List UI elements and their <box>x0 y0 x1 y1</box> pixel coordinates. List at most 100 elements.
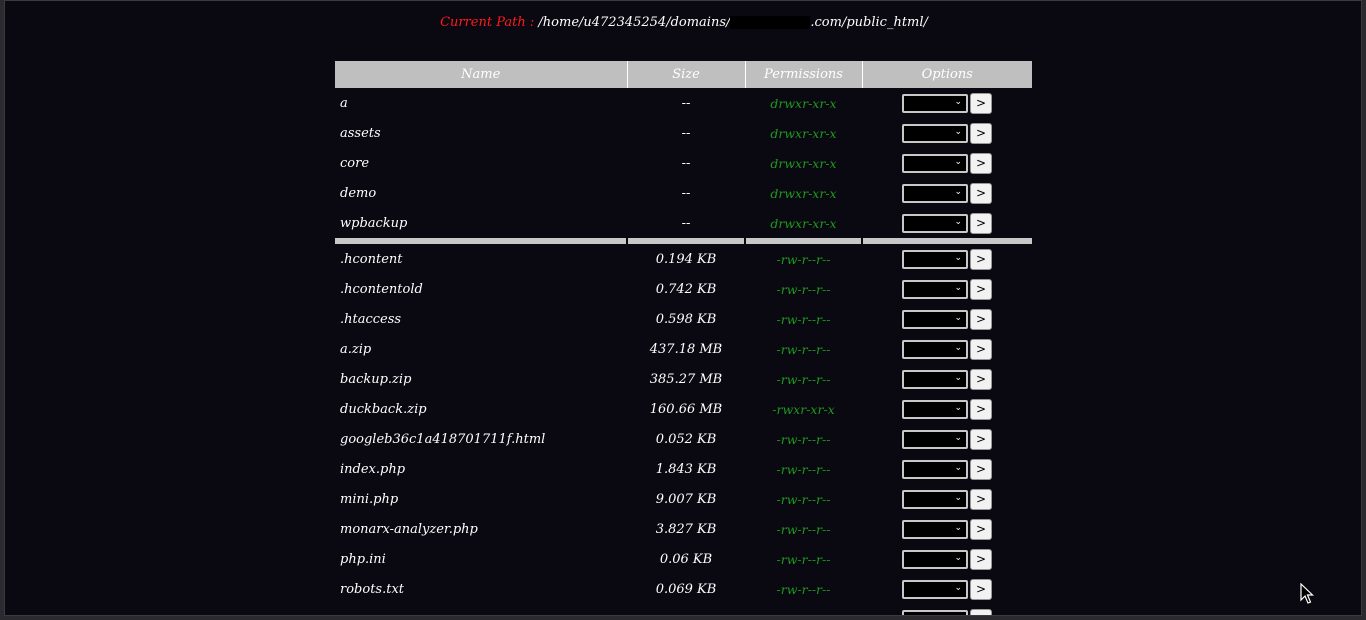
options-go-button[interactable]: > <box>970 608 992 615</box>
directory-permissions: drwxr-xr-x <box>770 95 837 111</box>
file-permissions: -rw-r--r-- <box>776 491 831 507</box>
options-go-button[interactable]: > <box>970 212 992 234</box>
file-name[interactable]: backup.zip <box>335 364 627 394</box>
chevron-down-icon: ⌄ <box>954 402 962 413</box>
options-go-button[interactable]: > <box>970 92 992 114</box>
directory-permissions: drwxr-xr-x <box>770 125 837 141</box>
chevron-down-icon: ⌄ <box>954 186 962 197</box>
directory-name[interactable]: wpbackup <box>335 208 627 238</box>
options-select[interactable]: ⌄ <box>902 459 968 479</box>
options-select[interactable]: ⌄ <box>902 339 968 359</box>
options-select[interactable]: ⌄ <box>902 309 968 329</box>
file-name[interactable]: robots.txt <box>335 574 627 604</box>
directory-row: assets -- drwxr-xr-x ⌄ > <box>335 118 1032 148</box>
chevron-down-icon: ⌄ <box>954 216 962 227</box>
options-go-button[interactable]: > <box>970 338 992 360</box>
file-name[interactable]: monarx-analyzer.php <box>335 514 627 544</box>
chevron-down-icon: ⌄ <box>954 372 962 383</box>
options-select[interactable]: ⌄ <box>902 123 968 143</box>
file-list: .hcontent 0.194 KB -rw-r--r-- ⌄ > .hcontentol… <box>335 244 1032 616</box>
options-go-button[interactable]: > <box>970 548 992 570</box>
file-row: backup.zip 385.27 MB -rw-r--r-- ⌄ > <box>335 364 1032 394</box>
file-size: 0.052 KB <box>655 431 717 447</box>
options-go-button[interactable]: > <box>970 152 992 174</box>
chevron-down-icon: ⌄ <box>954 613 962 616</box>
file-size: 9.007 KB <box>655 491 717 507</box>
file-permissions: -rw-r--r-- <box>776 521 831 537</box>
file-size: 1.843 KB <box>655 461 717 477</box>
file-row: robots.txt 0.069 KB -rw-r--r-- ⌄ > <box>335 574 1032 604</box>
chevron-down-icon: ⌄ <box>954 462 962 473</box>
options-go-button[interactable]: > <box>970 398 992 420</box>
file-name[interactable]: .htaccess <box>335 304 627 334</box>
file-options: ⌄> <box>862 424 1032 454</box>
file-row: mini.php 9.007 KB -rw-r--r-- ⌄ > <box>335 484 1032 514</box>
options-select[interactable]: ⌄ <box>902 489 968 509</box>
file-size: 0.742 KB <box>655 281 717 297</box>
options-select[interactable]: ⌄ <box>902 249 968 269</box>
directory-name[interactable]: core <box>335 148 627 178</box>
directory-permissions: drwxr-xr-x <box>770 155 837 171</box>
file-options: ⌄> <box>862 454 1032 484</box>
options-select[interactable]: ⌄ <box>902 609 968 616</box>
options-select[interactable]: ⌄ <box>902 153 968 173</box>
directory-name[interactable]: assets <box>335 118 627 148</box>
column-header-size: Size <box>626 61 745 88</box>
options-go-button[interactable]: > <box>970 578 992 600</box>
file-name[interactable]: .hcontent <box>335 244 627 274</box>
file-name[interactable]: index.php <box>335 454 627 484</box>
file-size <box>627 604 745 615</box>
options-go-button[interactable]: > <box>970 308 992 330</box>
column-header-name: Name <box>335 61 627 88</box>
file-options: ⌄> <box>862 574 1032 604</box>
directory-permissions: drwxr-xr-x <box>770 185 837 201</box>
options-go-button[interactable]: > <box>970 278 992 300</box>
chevron-down-icon: ⌄ <box>954 252 962 263</box>
directory-options: ⌄ > <box>862 88 1032 118</box>
options-select[interactable]: ⌄ <box>902 279 968 299</box>
options-select[interactable]: ⌄ <box>902 519 968 539</box>
options-go-button[interactable]: > <box>970 488 992 510</box>
file-name[interactable] <box>335 604 627 615</box>
options-select[interactable]: ⌄ <box>902 579 968 599</box>
options-select[interactable]: ⌄ <box>902 93 968 113</box>
options-go-button[interactable]: > <box>970 518 992 540</box>
directory-row: demo -- drwxr-xr-x ⌄ > <box>335 178 1032 208</box>
current-path-suffix: .com/public_html/ <box>810 15 928 30</box>
file-size: 160.66 MB <box>649 401 723 417</box>
directory-options: ⌄ > <box>862 208 1032 238</box>
options-select[interactable]: ⌄ <box>902 369 968 389</box>
options-select[interactable]: ⌄ <box>902 429 968 449</box>
options-go-button[interactable]: > <box>970 122 992 144</box>
file-row: index.php 1.843 KB -rw-r--r-- ⌄ > <box>335 454 1032 484</box>
options-select[interactable]: ⌄ <box>902 549 968 569</box>
chevron-down-icon: ⌄ <box>954 492 962 503</box>
file-row: duckback.zip 160.66 MB -rwxr-xr-x ⌄ > <box>335 394 1032 424</box>
file-name[interactable]: mini.php <box>335 484 627 514</box>
chevron-down-icon: ⌄ <box>954 342 962 353</box>
options-go-button[interactable]: > <box>970 458 992 480</box>
chevron-down-icon: ⌄ <box>954 582 962 593</box>
options-go-button[interactable]: > <box>970 368 992 390</box>
directory-options: ⌄ > <box>862 178 1032 208</box>
file-row: .hcontentold 0.742 KB -rw-r--r-- ⌄ > <box>335 274 1032 304</box>
file-name[interactable]: googleb36c1a418701711f.html <box>335 424 627 454</box>
file-name[interactable]: duckback.zip <box>335 394 627 424</box>
options-select[interactable]: ⌄ <box>902 183 968 203</box>
directory-list: a -- drwxr-xr-x ⌄ > assets -- drwxr-xr-x ⌄ > core -… <box>335 88 1032 238</box>
column-header-options: Options <box>861 61 1032 88</box>
current-path-prefix: /home/u472345254/domains/ <box>538 15 731 30</box>
file-options: ⌄> <box>862 604 1032 616</box>
file-name[interactable]: a.zip <box>335 334 627 364</box>
options-select[interactable]: ⌄ <box>902 399 968 419</box>
directory-name[interactable]: a <box>335 88 627 118</box>
directory-row: wpbackup -- drwxr-xr-x ⌄ > <box>335 208 1032 238</box>
file-permissions: -rw-r--r-- <box>776 281 831 297</box>
options-select[interactable]: ⌄ <box>902 213 968 233</box>
directory-name[interactable]: demo <box>335 178 627 208</box>
options-go-button[interactable]: > <box>970 248 992 270</box>
options-go-button[interactable]: > <box>970 428 992 450</box>
file-name[interactable]: .hcontentold <box>335 274 627 304</box>
options-go-button[interactable]: > <box>970 182 992 204</box>
file-name[interactable]: php.ini <box>335 544 627 574</box>
